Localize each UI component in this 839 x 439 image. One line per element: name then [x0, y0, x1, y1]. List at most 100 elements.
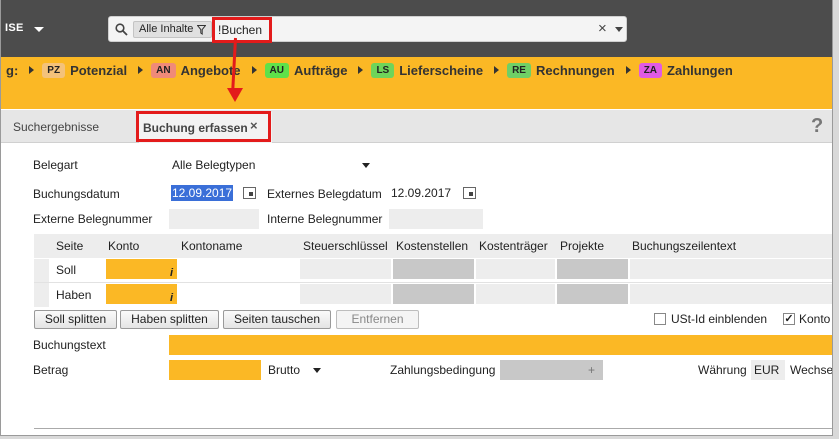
nav-badge: AU — [264, 62, 289, 78]
triangle-right-icon — [138, 66, 144, 74]
konto-checkbox[interactable]: ✓ — [783, 313, 795, 325]
global-search[interactable]: Alle Inhalte × — [108, 16, 627, 42]
annotation-highlight-search — [212, 17, 272, 43]
nav-item-potenzial[interactable]: PZ Potenzial — [29, 62, 128, 78]
entfernen-button: Entfernen — [336, 310, 419, 329]
tab-search-results[interactable]: Suchergebnisse — [13, 120, 99, 134]
belegart-label: Belegart — [33, 158, 78, 172]
annotation-arrow-head — [227, 88, 243, 102]
nav-badge: ZA — [638, 62, 663, 78]
haben-projekte — [557, 284, 628, 304]
row-haben-label: Haben — [56, 288, 92, 302]
buchungsdatum-value: 12.09.2017 — [171, 185, 234, 201]
triangle-right-icon — [494, 66, 500, 74]
haben-konto-input[interactable]: i — [106, 284, 177, 304]
app-window: ISE Alle Inhalte × g: PZPotenzial ANAngeb… — [0, 0, 833, 436]
triangle-right-icon — [358, 66, 364, 74]
haben-steuerschluessel[interactable] — [300, 284, 391, 304]
search-icon — [115, 23, 128, 36]
haben-splitten-button[interactable]: Haben splitten — [120, 310, 219, 329]
soll-steuerschluessel[interactable] — [300, 259, 391, 279]
betrag-label: Betrag — [33, 363, 69, 377]
ext-belegnummer-label: Externe Belegnummer — [33, 212, 153, 226]
help-icon[interactable]: ? — [811, 115, 823, 138]
waehrung-field[interactable]: EUR — [751, 360, 785, 380]
posting-grid-header: Seite Konto Kontoname Steuerschlüssel Ko… — [34, 234, 832, 258]
brutto-select[interactable]: Brutto — [267, 360, 327, 380]
search-dropdown-icon[interactable] — [615, 27, 623, 32]
nav-badge: PZ — [42, 62, 66, 78]
plus-icon[interactable]: + — [588, 360, 595, 380]
row-divider — [34, 282, 832, 283]
brutto-value: Brutto — [268, 363, 301, 377]
info-icon[interactable]: i — [170, 263, 173, 283]
seiten-tauschen-button[interactable]: Seiten tauschen — [223, 310, 331, 329]
soll-zeilentext[interactable] — [630, 259, 832, 279]
soll-splitten-button[interactable]: Soll splitten — [34, 310, 117, 329]
annotation-highlight-tab — [136, 111, 271, 142]
chevron-down-icon — [313, 368, 321, 373]
belegart-select[interactable]: Alle Belegtypen — [169, 155, 375, 175]
soll-projekte — [557, 259, 628, 279]
nav-item-rechnungen[interactable]: RE Rechnungen — [494, 62, 615, 78]
col-buchungszeilentext: Buchungszeilentext — [632, 239, 737, 253]
buchungsdatum-field[interactable]: 12.09.2017 — [169, 183, 259, 203]
tab-bar: Suchergebnisse Buchung erfassen × ? — [1, 110, 832, 143]
triangle-right-icon — [625, 66, 631, 74]
haben-zeilentext[interactable] — [630, 284, 832, 304]
brand-dropdown-icon[interactable] — [34, 27, 44, 32]
calendar-icon[interactable] — [243, 187, 256, 199]
col-kostenstellen: Kostenstellen — [396, 239, 469, 253]
search-scope-label: Alle Inhalte — [139, 23, 194, 35]
ext-belegdatum-value: 12.09.2017 — [391, 186, 452, 200]
chevron-down-icon — [362, 163, 370, 168]
brand-label[interactable]: ISE — [5, 22, 24, 34]
haben-kostenstellen — [393, 284, 474, 304]
ext-belegdatum-label: Externes Belegdatum — [267, 187, 382, 201]
soll-konto-input[interactable]: i — [106, 259, 177, 279]
waehrung-value: EUR — [754, 363, 780, 377]
filter-icon — [197, 24, 207, 35]
form-bottom-divider — [34, 428, 832, 429]
ext-belegdatum-field[interactable]: 12.09.2017 — [389, 183, 483, 203]
ust-id-checkbox[interactable] — [654, 313, 666, 325]
ust-id-label: USt-Id einblenden — [671, 312, 768, 326]
top-bar: ISE Alle Inhalte × — [1, 0, 832, 57]
zahlungsbedingung-input: + — [500, 360, 603, 380]
module-nav-bar: g: PZ Potenzial AN Angebote AU Aufträge LS Lief… — [1, 57, 832, 109]
row-gutter — [34, 259, 49, 307]
nav-item-zahlungen[interactable]: ZA Zahlungen — [625, 62, 733, 78]
nav-item-angebote[interactable]: AN Angebote — [138, 62, 241, 78]
search-scope-selector[interactable]: Alle Inhalte — [133, 21, 213, 38]
calendar-icon[interactable] — [463, 187, 476, 199]
col-kostentraeger: Kostenträger — [479, 239, 548, 253]
nav-label: Potenzial — [70, 62, 128, 78]
triangle-right-icon — [29, 66, 35, 74]
zahlungsbedingung-label: Zahlungsbedingung — [390, 363, 496, 377]
nav-label: Lieferscheine — [399, 62, 484, 78]
soll-kostentraeger[interactable] — [476, 259, 555, 279]
buchungsdatum-label: Buchungsdatum — [33, 187, 120, 201]
buchungstext-label: Buchungstext — [33, 338, 106, 352]
buchungstext-input[interactable] — [169, 335, 832, 355]
int-belegnummer-input[interactable] — [389, 209, 483, 229]
info-icon[interactable]: i — [170, 288, 173, 308]
clear-search-icon[interactable]: × — [598, 20, 607, 38]
ext-belegnummer-input[interactable] — [169, 209, 259, 229]
nav-item-aufträge[interactable]: AU Aufträge — [251, 62, 348, 78]
col-steuerschluessel: Steuerschlüssel — [303, 239, 388, 253]
waehrung-label: Währung — [698, 363, 747, 377]
nav-item-lieferscheine[interactable]: LS Lieferscheine — [358, 62, 484, 78]
module-nav-items: g: PZ Potenzial AN Angebote AU Aufträge LS Lief… — [1, 62, 733, 78]
wechselkurs-label: Wechse — [790, 363, 833, 377]
belegart-value: Alle Belegtypen — [172, 158, 256, 172]
nav-label: Aufträge — [294, 62, 348, 78]
nav-badge: LS — [371, 62, 395, 78]
betrag-input[interactable] — [169, 360, 261, 380]
haben-kostentraeger[interactable] — [476, 284, 555, 304]
col-seite: Seite — [56, 239, 84, 253]
search-input[interactable] — [215, 20, 595, 39]
int-belegnummer-label: Interne Belegnummer — [267, 212, 383, 226]
nav-lead-label: g: — [6, 62, 19, 78]
nav-badge: AN — [151, 62, 176, 78]
